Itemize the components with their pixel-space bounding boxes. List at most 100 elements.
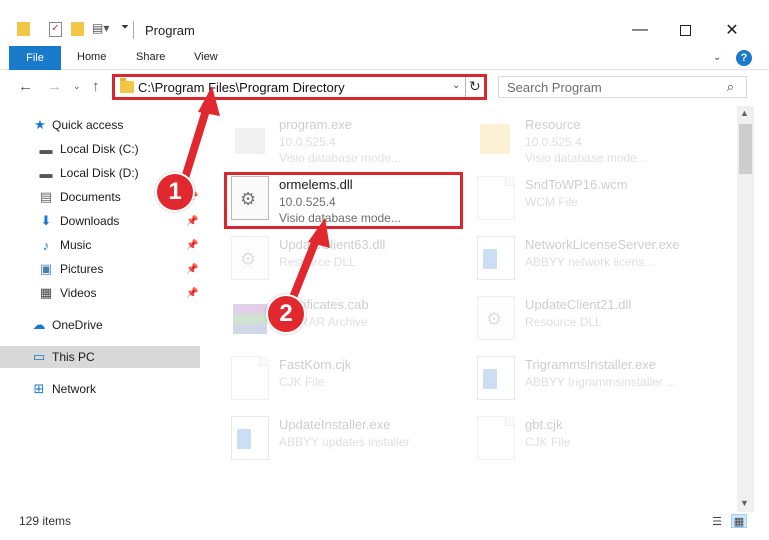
application-icon <box>231 116 269 160</box>
file-type: CJK File <box>279 375 325 389</box>
tab-share[interactable]: Share <box>136 51 165 63</box>
file-name: Resource <box>525 117 581 132</box>
title-separator <box>133 21 134 39</box>
properties-icon[interactable]: ✓ <box>49 22 62 37</box>
sidebar-item-label: Pictures <box>60 262 104 276</box>
maximize-button[interactable] <box>673 19 697 41</box>
close-icon: ✕ <box>725 22 739 39</box>
file-item[interactable]: TrigrammsInstaller.exe ABBYY trigrammsin… <box>477 354 737 412</box>
ribbon: File Home Share View ⌄ ? <box>0 46 769 70</box>
archive-icon <box>231 296 269 340</box>
downloads-icon: ⬇ <box>40 213 52 228</box>
file-type: CJK File <box>525 435 571 449</box>
title-bar: ✓ ▤▾ ⏷ Program — ✕ <box>0 0 769 44</box>
expand-ribbon-icon[interactable]: ⌄ <box>713 52 721 63</box>
sidebar-item-pictures[interactable]: ▣ Pictures 📌 <box>0 258 200 280</box>
pin-icon[interactable]: 📌 <box>186 288 198 299</box>
sidebar-item-videos[interactable]: ▦ Videos 📌 <box>0 282 200 304</box>
pictures-icon: ▣ <box>39 261 53 276</box>
item-count: 129 items <box>19 514 72 528</box>
step-two-marker: 2 <box>266 294 306 334</box>
toolbar-dropdown-icon[interactable]: ⏷ <box>121 22 129 33</box>
file-version: 10.0.525.4 <box>525 135 582 149</box>
sidebar-item-label: Documents <box>60 190 121 204</box>
videos-icon: ▦ <box>39 285 53 300</box>
document-icon <box>477 416 515 460</box>
tab-view[interactable]: View <box>194 51 218 63</box>
pin-icon[interactable]: 📌 <box>186 264 198 275</box>
sidebar-item-label: Local Disk (D:) <box>60 166 139 180</box>
file-item[interactable]: FastKorn.cjk CJK File <box>231 354 491 412</box>
large-icons-view-icon[interactable]: ▦ <box>731 514 747 528</box>
document-icon <box>231 356 269 400</box>
vertical-scrollbar[interactable]: ▲ ▼ <box>737 106 754 512</box>
file-name: gbt.cjk <box>525 417 563 432</box>
help-icon[interactable]: ? <box>736 50 752 66</box>
sidebar-item-quick-access[interactable]: ★ Quick access <box>0 114 200 136</box>
dll-gear-icon: ⚙ <box>477 296 515 340</box>
back-arrow-icon[interactable]: ← <box>18 78 33 95</box>
folder-icon <box>120 78 134 93</box>
scrollbar-thumb[interactable] <box>739 124 752 174</box>
sidebar-item-local-disk-c[interactable]: ▬ Local Disk (C:) <box>0 138 200 160</box>
minimize-icon: — <box>632 21 648 38</box>
file-item[interactable]: ⚙ UpdateClient63.dll Resource DLL <box>231 234 491 292</box>
window-title: Program <box>145 23 195 38</box>
sidebar-item-network[interactable]: ⊞ Network <box>0 378 200 400</box>
folder-icon <box>17 22 30 36</box>
sidebar-item-music[interactable]: ♪ Music 📌 <box>0 234 200 256</box>
music-icon: ♪ <box>42 237 50 253</box>
file-type: Resource DLL <box>279 255 356 269</box>
file-item[interactable]: UpdateInstaller.exe ABBYY updates instal… <box>231 414 491 472</box>
new-folder-icon[interactable] <box>71 22 84 36</box>
address-path[interactable]: C:\Program Files\Program Directory <box>138 80 345 95</box>
file-item[interactable]: gbt.cjk CJK File <box>477 414 737 472</box>
network-icon: ⊞ <box>33 381 45 396</box>
computer-icon: ▭ <box>32 349 46 364</box>
recent-locations-icon[interactable]: ⌄ <box>73 81 81 92</box>
sidebar-item-label: This PC <box>52 350 95 364</box>
tab-file[interactable]: File <box>9 46 61 70</box>
file-name: SndToWP16.wcm <box>525 177 628 192</box>
pin-icon[interactable]: 📌 <box>186 216 198 227</box>
search-box[interactable]: ⌕ <box>498 76 747 98</box>
file-name: NetworkLicenseServer.exe <box>525 237 680 252</box>
file-name: TrigrammsInstaller.exe <box>525 357 656 372</box>
file-type: ABBYY updates installer <box>279 435 410 449</box>
file-type: WCM File <box>525 195 578 209</box>
scroll-down-icon[interactable]: ▼ <box>740 498 749 508</box>
cloud-icon: ☁ <box>32 317 46 332</box>
file-item[interactable]: ⚙ UpdateClient21.dll Resource DLL <box>477 294 737 352</box>
sidebar-item-label: OneDrive <box>52 318 103 332</box>
maximize-icon <box>679 24 691 36</box>
document-icon <box>477 176 515 220</box>
up-arrow-icon[interactable]: ↑ <box>92 78 100 95</box>
sidebar-item-label: Network <box>52 382 97 396</box>
sidebar-item-this-pc[interactable]: ▭ This PC <box>0 346 200 368</box>
file-item[interactable]: Resource 10.0.525.4 Visio database mode.… <box>477 114 737 172</box>
refresh-icon[interactable]: ↻ <box>469 78 481 95</box>
file-item[interactable]: program.exe 10.0.525.4 Visio database mo… <box>231 114 491 172</box>
sidebar-item-downloads[interactable]: ⬇ Downloads 📌 <box>0 210 200 232</box>
navigation-bar: ← → ⌄ ↑ C:\Program Files\Program Directo… <box>0 72 769 104</box>
scroll-up-icon[interactable]: ▲ <box>740 108 749 118</box>
search-input[interactable] <box>499 77 709 97</box>
file-item[interactable]: SndToWP16.wcm WCM File <box>477 174 737 232</box>
forward-arrow-icon[interactable]: → <box>47 78 62 95</box>
application-icon <box>231 416 269 460</box>
sidebar-item-onedrive[interactable]: ☁ OneDrive <box>0 314 200 336</box>
pin-icon[interactable]: 📌 <box>186 240 198 251</box>
file-name: FastKorn.cjk <box>279 357 352 372</box>
details-view-icon[interactable]: ☰ <box>709 514 725 528</box>
close-button[interactable]: ✕ <box>720 19 744 41</box>
file-name: UpdateClient63.dll <box>279 237 386 252</box>
file-name: program.exe <box>279 117 352 132</box>
minimize-button[interactable]: — <box>628 19 652 41</box>
address-dropdown-icon[interactable]: ⌄ <box>452 80 460 91</box>
customize-toolbar-icon[interactable]: ▤▾ <box>92 21 109 35</box>
search-icon[interactable]: ⌕ <box>727 79 734 95</box>
tab-home[interactable]: Home <box>77 51 106 63</box>
address-bar[interactable]: C:\Program Files\Program Directory ⌄ ↻ <box>112 74 487 100</box>
sidebar-item-label: Music <box>60 238 92 252</box>
file-item[interactable]: NetworkLicenseServer.exe ABBYY network l… <box>477 234 737 292</box>
